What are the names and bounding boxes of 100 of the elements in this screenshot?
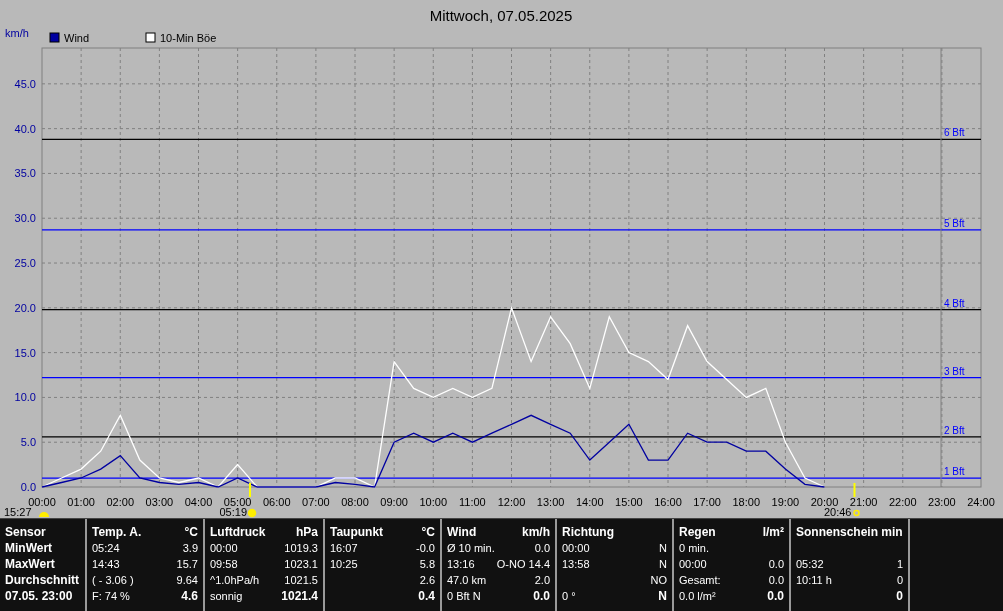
- y-tick-label: 5.0: [20, 436, 36, 449]
- y-axis-unit: km/h: [5, 27, 29, 39]
- sun-icon: [853, 509, 860, 517]
- table-cell: 1019.3: [284, 541, 318, 555]
- table-cell: MinWert: [5, 541, 53, 555]
- legend-label: Wind: [64, 32, 90, 44]
- table-cell: 05:32: [796, 557, 824, 571]
- unit-label: °C: [184, 525, 198, 539]
- sunrise-marker: [249, 482, 251, 498]
- y-tick-label: 35.0: [14, 167, 36, 180]
- table-cell: 5.8: [419, 557, 435, 571]
- x-tick-label: 13:00: [536, 496, 565, 508]
- table-cell: N: [659, 557, 667, 571]
- current-time: 15:27: [4, 506, 32, 518]
- beaufort-label: 2 Bft: [944, 424, 965, 436]
- table-cell: 07.05. 23:00: [5, 589, 73, 603]
- table-cell: 0.4: [418, 589, 435, 603]
- y-tick-label: 25.0: [14, 257, 36, 269]
- y-tick-label: 0.0: [20, 481, 36, 493]
- x-tick-label: 23:00: [928, 496, 956, 508]
- x-tick-label: 15:00: [615, 496, 643, 508]
- x-tick-label: 09:00: [380, 496, 408, 508]
- table-cell: 1: [896, 557, 903, 571]
- table-cell: 0 °: [562, 589, 576, 603]
- table-cell: 3.9: [182, 541, 198, 555]
- y-tick-label: 20.0: [14, 301, 36, 314]
- table-cell: F: 74 %: [92, 589, 130, 603]
- table-cell: O-NO 14.4: [496, 557, 550, 571]
- x-tick-label: 22:00: [889, 496, 917, 508]
- table-cell: 0.0: [533, 589, 550, 603]
- beaufort-label: 5 Bft: [944, 217, 965, 229]
- x-tick-label: 10:00: [419, 496, 447, 508]
- table-cell: 15.7: [176, 557, 198, 571]
- table-cell: 0.0: [768, 557, 784, 571]
- column-header: Sensor: [5, 525, 46, 539]
- table-cell: 09:58: [210, 557, 238, 571]
- column-header: Temp. A.: [92, 525, 142, 539]
- table-cell: 0 Bft N: [447, 589, 481, 603]
- table-cell: 13:58: [562, 557, 590, 571]
- table-cell: 14:43: [92, 557, 120, 571]
- y-tick-label: 15.0: [14, 346, 36, 359]
- column-header: Regen: [679, 525, 716, 539]
- x-tick-label: 01:00: [67, 496, 95, 508]
- table-cell: 10:11 h: [796, 573, 832, 587]
- table-cell: 0.0: [534, 541, 550, 555]
- x-tick-label: 12:00: [497, 496, 526, 508]
- x-tick-label: 20:00: [810, 496, 839, 508]
- x-tick-label: 21:00: [849, 496, 878, 508]
- chart-title: Mittwoch, 07.05.2025: [429, 7, 573, 24]
- table-cell: 0: [896, 573, 903, 587]
- beaufort-label: 1 Bft: [944, 466, 965, 478]
- table-cell: Gesamt:: [679, 573, 721, 587]
- unit-label: km/h: [522, 525, 550, 539]
- table-cell: 2.0: [534, 573, 550, 587]
- x-tick-label: 16:00: [654, 496, 682, 508]
- table-cell: 1021.4: [281, 589, 318, 603]
- column-header: Richtung: [562, 525, 614, 539]
- table-cell: 10:25: [330, 557, 358, 571]
- table-cell: 0.0 l/m²: [679, 589, 716, 603]
- x-tick-label: 04:00: [184, 496, 213, 508]
- x-tick-label: 06:00: [263, 496, 291, 508]
- x-tick-label: 02:00: [106, 496, 134, 508]
- table-cell: 2.6: [419, 573, 435, 587]
- x-tick-label: 19:00: [771, 496, 800, 508]
- x-tick-label: 18:00: [732, 496, 760, 508]
- table-cell: 00:00: [562, 541, 590, 555]
- sunset-marker: [853, 482, 856, 498]
- sun-icon: [247, 508, 257, 518]
- table-cell: 0 min.: [679, 541, 709, 555]
- y-tick-label: 45.0: [14, 77, 36, 90]
- table-cell: 4.6: [181, 589, 198, 603]
- y-tick-label: 30.0: [14, 212, 36, 225]
- table-cell: 0.0: [767, 589, 784, 603]
- table-cell: 16:07: [330, 541, 358, 555]
- sunrise-time: 05:19: [219, 506, 247, 518]
- column-header: Wind: [447, 525, 477, 539]
- table-cell: 47.0 km: [447, 573, 487, 587]
- table-cell: 0.0: [768, 573, 784, 587]
- x-tick-label: 07:00: [302, 496, 330, 508]
- table-cell: NO: [650, 573, 667, 587]
- table-cell: 1023.1: [284, 557, 318, 571]
- table-cell: sonnig: [210, 589, 243, 603]
- table-cell: 9.64: [176, 573, 198, 587]
- table-cell: 1021.5: [284, 573, 318, 587]
- x-tick-label: 17:00: [693, 496, 721, 508]
- x-tick-label: 00:00: [28, 496, 56, 508]
- x-tick-label: 11:00: [459, 496, 486, 508]
- table-cell: 05:24: [92, 541, 120, 555]
- table-cell: N: [658, 589, 667, 603]
- sun-icon: [39, 512, 49, 517]
- table-cell: Ø 10 min.: [447, 541, 495, 555]
- legend-label: 10-Min Böe: [160, 32, 217, 44]
- table-cell: 0: [896, 589, 903, 603]
- table-cell: N: [659, 541, 667, 555]
- x-tick-label: 08:00: [341, 496, 369, 508]
- table-cell: 00:00: [210, 541, 238, 555]
- y-tick-label: 40.0: [14, 122, 36, 135]
- x-tick-label: 24:00: [967, 496, 995, 508]
- y-tick-label: 10.0: [14, 391, 36, 404]
- x-tick-label: 05:00: [223, 496, 252, 508]
